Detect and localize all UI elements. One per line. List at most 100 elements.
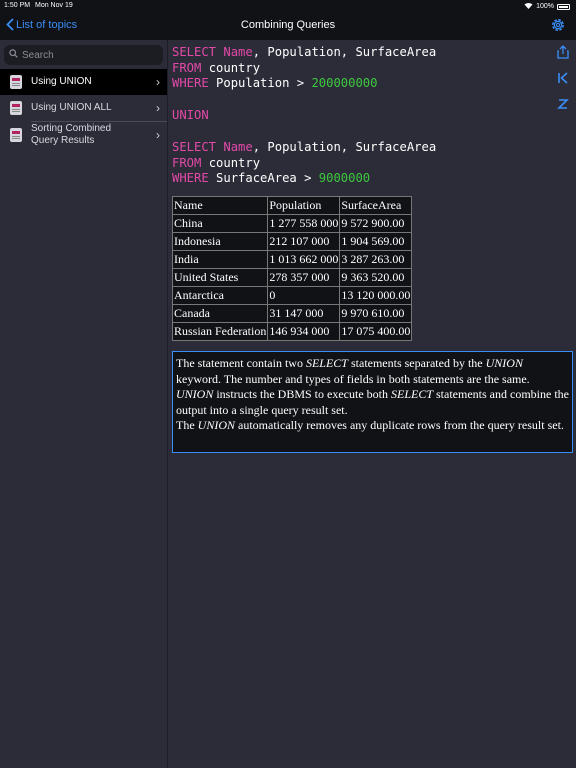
table-cell: 9 363 520.00 xyxy=(339,267,413,287)
sql-keyword: WHERE xyxy=(172,171,209,186)
sql-field: Name xyxy=(223,45,253,59)
table-cell: Antarctica xyxy=(171,285,269,305)
main-content: SELECT Name, Population, SurfaceArea FROM… xyxy=(168,40,573,768)
note-text: automatically removes any duplicate rows… xyxy=(235,418,564,433)
document-icon xyxy=(10,128,22,142)
sql-table: country xyxy=(208,155,261,170)
sql-comma: , xyxy=(252,139,268,154)
status-right: 100% xyxy=(524,2,570,11)
sidebar: Using UNION › Using UNION ALL › Sorting … xyxy=(0,40,168,768)
gear-icon[interactable] xyxy=(550,17,566,33)
status-date: Mon Nov 19 xyxy=(35,2,73,9)
result-table: Name Population SurfaceArea China 1 277 5… xyxy=(171,195,413,341)
sidebar-item-label: Sorting Combined Query Results xyxy=(31,123,112,146)
search-icon xyxy=(9,49,22,61)
sidebar-item-label: Using UNION xyxy=(31,76,92,87)
table-cell: Russian Federation xyxy=(171,321,269,341)
code-line: WHERE Population > 200000000 xyxy=(172,76,550,92)
chevron-right-icon: › xyxy=(156,101,160,115)
sql-keyword: UNION xyxy=(172,108,209,123)
wifi-icon xyxy=(524,2,533,11)
navigation-bar: List of topics Combining Queries xyxy=(0,12,576,40)
document-icon xyxy=(10,75,22,89)
table-row: India 1 013 662 000 3 287 263.00 xyxy=(171,249,413,269)
code-line: UNION xyxy=(172,108,550,124)
table-cell: 9 970 610.00 xyxy=(339,303,413,323)
table-cell: Canada xyxy=(171,303,269,323)
column-header: Name xyxy=(171,195,269,215)
table-cell: India xyxy=(171,249,269,269)
search-input[interactable] xyxy=(22,49,152,61)
note-text: statements separated by the xyxy=(347,356,486,370)
note-emphasis: UNION xyxy=(197,418,235,433)
sql-query: SELECT Name, Population, SurfaceArea FROM… xyxy=(168,45,550,187)
sql-keyword: SELECT xyxy=(172,45,217,59)
table-cell: 278 357 000 xyxy=(267,267,341,287)
table-cell: 146 934 000 xyxy=(267,321,341,341)
table-cell: United States xyxy=(171,267,269,287)
table-cell: 1 013 662 000 xyxy=(267,249,341,269)
code-line: WHERE SurfaceArea > 9000000 xyxy=(172,171,550,187)
table-cell: 13 120 000.00 xyxy=(339,285,413,305)
table-row: Antarctica 0 13 120 000.00 xyxy=(171,285,413,305)
sql-keyword: SELECT xyxy=(172,139,217,154)
sql-keyword: WHERE xyxy=(172,76,209,91)
sql-fields: Population, SurfaceArea xyxy=(267,139,437,154)
battery-icon xyxy=(557,3,570,10)
code-line: FROM country xyxy=(172,156,550,172)
right-toolbar xyxy=(550,40,576,140)
document-icon xyxy=(10,101,22,115)
note-text: keyword. The number and types of fields … xyxy=(176,371,530,386)
sql-number: 9000000 xyxy=(318,171,371,186)
table-cell: China xyxy=(171,213,269,233)
table-row: China 1 277 558 000 9 572 900.00 xyxy=(171,213,413,233)
explanation-note: The statement contain two SELECT stateme… xyxy=(172,351,573,453)
sql-table: country xyxy=(208,60,261,75)
sidebar-item-sorting-combined[interactable]: Sorting Combined Query Results › xyxy=(0,122,167,148)
status-time: 1:50 PM xyxy=(4,2,31,9)
sidebar-item-using-union-all[interactable]: Using UNION ALL › xyxy=(0,95,167,121)
table-cell: 9 572 900.00 xyxy=(339,213,413,233)
note-text: instructs the DBMS to execute both xyxy=(213,387,391,402)
note-emphasis: UNION xyxy=(176,387,214,402)
code-line: SELECT Name, Population, SurfaceArea xyxy=(172,45,550,61)
first-page-icon[interactable] xyxy=(556,71,570,85)
sql-keyword: FROM xyxy=(172,60,202,75)
share-icon[interactable] xyxy=(556,45,570,59)
sleep-icon[interactable] xyxy=(556,97,570,111)
sql-keyword: FROM xyxy=(172,155,202,170)
table-header-row: Name Population SurfaceArea xyxy=(171,195,413,215)
sql-number: 200000000 xyxy=(311,76,378,91)
chevron-right-icon: › xyxy=(156,75,160,89)
column-header: Population xyxy=(267,195,341,215)
table-row: United States 278 357 000 9 363 520.00 xyxy=(171,267,413,287)
chevron-right-icon: › xyxy=(156,128,160,142)
sql-condition: Population > xyxy=(216,76,305,91)
table-cell: Indonesia xyxy=(171,231,269,251)
sql-comma: , xyxy=(252,45,268,59)
table-cell: 1 277 558 000 xyxy=(267,213,341,233)
note-emphasis: SELECT xyxy=(305,356,348,370)
sidebar-item-label: Using UNION ALL xyxy=(31,102,112,113)
sidebar-item-using-union[interactable]: Using UNION › xyxy=(0,69,167,95)
note-emphasis: SELECT xyxy=(391,387,434,402)
table-row: Canada 31 147 000 9 970 610.00 xyxy=(171,303,413,323)
search-bar[interactable] xyxy=(4,45,163,65)
note-text: The xyxy=(176,418,198,433)
table-cell: 1 904 569.00 xyxy=(339,231,413,251)
table-cell: 212 107 000 xyxy=(267,231,341,251)
code-line: SELECT Name, Population, SurfaceArea xyxy=(172,140,550,156)
table-row: Indonesia 212 107 000 1 904 569.00 xyxy=(171,231,413,251)
sql-condition: SurfaceArea > xyxy=(216,171,312,186)
table-cell: 0 xyxy=(267,285,341,305)
column-header: SurfaceArea xyxy=(339,195,413,215)
sql-fields: Population, SurfaceArea xyxy=(267,45,437,59)
note-text: The statement contain two xyxy=(176,356,306,370)
table-cell: 17 075 400.00 xyxy=(339,321,413,341)
status-bar: 1:50 PM Mon Nov 19 100% xyxy=(0,0,576,12)
table-row: Russian Federation 146 934 000 17 075 400.… xyxy=(171,321,413,341)
note-emphasis: UNION xyxy=(485,356,523,370)
table-cell: 3 287 263.00 xyxy=(339,249,413,269)
code-line: FROM country xyxy=(172,61,550,77)
page-title: Combining Queries xyxy=(240,19,336,31)
